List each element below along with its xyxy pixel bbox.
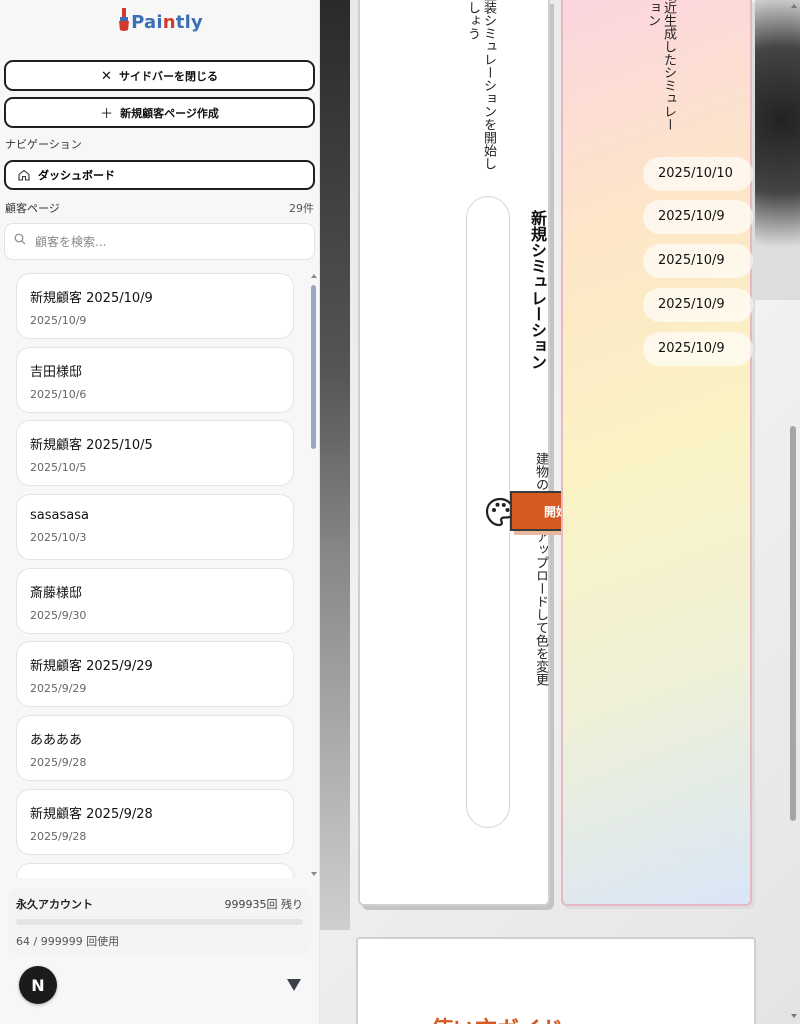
scroll-down-arrow-icon[interactable] — [310, 870, 318, 878]
customer-name: 新規顧客 2025/10/5 — [30, 438, 153, 454]
settings-menu[interactable]: 設定 N — [0, 966, 319, 1006]
account-usage-card: 永久アカウント 999935回 残り 64 / 999999 回使用 — [8, 888, 311, 954]
account-plan: 永久アカウント — [16, 898, 93, 911]
recent-simulations-panel: 最近生成したシミュレーション 2025/10/10 2025/10/9 2025… — [561, 0, 753, 906]
customer-card[interactable]: 新規顧客 2025/10/9 2025/10/9 — [16, 273, 294, 339]
brand-wordmark: Paintly — [131, 11, 203, 33]
usage-guide-panel: 使い方ガイド — [356, 937, 756, 1024]
main-scrollbar[interactable] — [788, 0, 800, 1024]
customer-date: 2025/10/3 — [30, 531, 87, 545]
customer-date: 2025/10/9 — [30, 314, 87, 327]
scrollbar-thumb[interactable] — [311, 285, 316, 449]
recent-simulation-item[interactable]: 2025/10/9 — [643, 288, 753, 322]
paint-brush-logo-icon — [119, 8, 130, 31]
account-usage: 64 / 999999 回使用 — [16, 935, 120, 948]
navigation-section-label: ナビゲーション — [5, 138, 82, 151]
customer-list: 新規顧客 2025/10/9 2025/10/9 吉田様邸 2025/10/6 … — [0, 270, 319, 878]
recent-simulation-item[interactable]: 2025/10/9 — [643, 200, 753, 234]
customer-date: 2025/9/28 — [30, 829, 87, 843]
customer-card[interactable]: ああああ 2025/9/28 — [16, 715, 294, 782]
usage-guide-title: 使い方ガイド — [431, 1012, 563, 1024]
close-sidebar-button[interactable]: ✕ サイドバーを閉じる — [4, 60, 315, 91]
recent-simulation-item[interactable]: 2025/10/9 — [643, 332, 753, 366]
plus-icon: ＋ — [100, 106, 114, 121]
scroll-up-arrow-icon[interactable] — [310, 272, 318, 280]
customer-name: ああああ — [30, 733, 83, 749]
simulation-intro-text: 塗装シミュレーションを開始しましょう — [465, 0, 496, 170]
triangle-down-icon[interactable] — [286, 978, 302, 992]
new-customer-page-label: 新規顧客ページ作成 — [120, 107, 219, 120]
new-simulation-description: 建物の写真をアップロードして色を変更 — [533, 452, 548, 686]
main-scrollbar-thumb[interactable] — [790, 426, 796, 821]
sidebar: Paintly ✕ サイドバーを閉じる ＋ 新規顧客ページ作成 ナビゲーション … — [0, 0, 320, 1024]
customer-name: 新規顧客 2025/9/28 — [30, 806, 153, 822]
recent-simulation-item[interactable]: 2025/10/10 — [643, 157, 753, 191]
recent-simulation-item[interactable]: 2025/10/9 — [643, 244, 753, 278]
dashboard-button[interactable]: ダッシュボード — [4, 160, 315, 190]
home-icon — [18, 169, 30, 181]
background-photo-left — [320, 0, 350, 930]
customer-card[interactable]: 新規顧客 2025/9/28 2025/9/28 — [16, 788, 294, 855]
customer-name: 吉田様邸 — [30, 364, 83, 380]
customer-name: sasasasa — [30, 508, 89, 524]
customer-date: 2025/10/6 — [30, 387, 87, 401]
customer-card[interactable]: sasasasa 2025/10/3 — [16, 494, 294, 561]
customer-search — [4, 223, 315, 260]
brand-logo[interactable]: Paintly — [0, 8, 319, 46]
customer-date: 2025/9/29 — [30, 682, 87, 696]
close-icon: ✕ — [101, 67, 112, 83]
customer-card[interactable]: 斎藤様邸 2025/9/30 — [16, 567, 294, 634]
customer-name: 新規顧客 2025/9/29 — [30, 659, 153, 675]
customer-name: 新規顧客 2025/10/9 — [30, 291, 153, 306]
close-sidebar-label: サイドバーを閉じる — [118, 70, 218, 83]
recent-simulations-title: 最近生成したシミュレーション — [645, 0, 676, 131]
customer-search-input[interactable] — [35, 232, 305, 252]
account-remaining: 999935回 残り — [224, 898, 304, 911]
customers-count: 29件 — [289, 202, 314, 215]
customer-card[interactable]: 新規顧客 2025/9/29 2025/9/29 — [16, 641, 294, 708]
customer-date: 2025/10/5 — [30, 461, 87, 475]
dashboard-label: ダッシュボード — [38, 170, 115, 182]
new-simulation-panel: 塗装シミュレーションを開始しましょう 新規シミュレーション 建物の写真をアップロ… — [358, 0, 550, 906]
customer-date: 2025/9/30 — [30, 608, 87, 622]
usage-progress-bar — [16, 919, 303, 925]
customer-card[interactable]: 吉田様邸 2025/10/6 — [16, 346, 294, 413]
user-avatar[interactable]: N — [19, 966, 57, 1004]
customer-card[interactable]: 新規顧客 2025/10/5 2025/10/5 — [16, 420, 294, 487]
new-customer-page-button[interactable]: ＋ 新規顧客ページ作成 — [4, 97, 315, 128]
search-icon — [14, 233, 26, 245]
customer-card[interactable] — [16, 862, 294, 878]
new-simulation-title: 新規シミュレーション — [528, 210, 547, 370]
customers-section-label: 顧客ページ — [5, 202, 60, 215]
main-content: 塗装シミュレーションを開始しましょう 新規シミュレーション 建物の写真をアップロ… — [320, 0, 800, 1024]
scroll-up-arrow-icon[interactable] — [790, 2, 798, 10]
customer-date: 2025/9/28 — [30, 756, 87, 770]
scroll-down-arrow-icon[interactable] — [790, 1012, 798, 1020]
customer-name: 斎藤様邸 — [30, 585, 83, 601]
customer-list-scrollbar[interactable] — [310, 272, 318, 878]
